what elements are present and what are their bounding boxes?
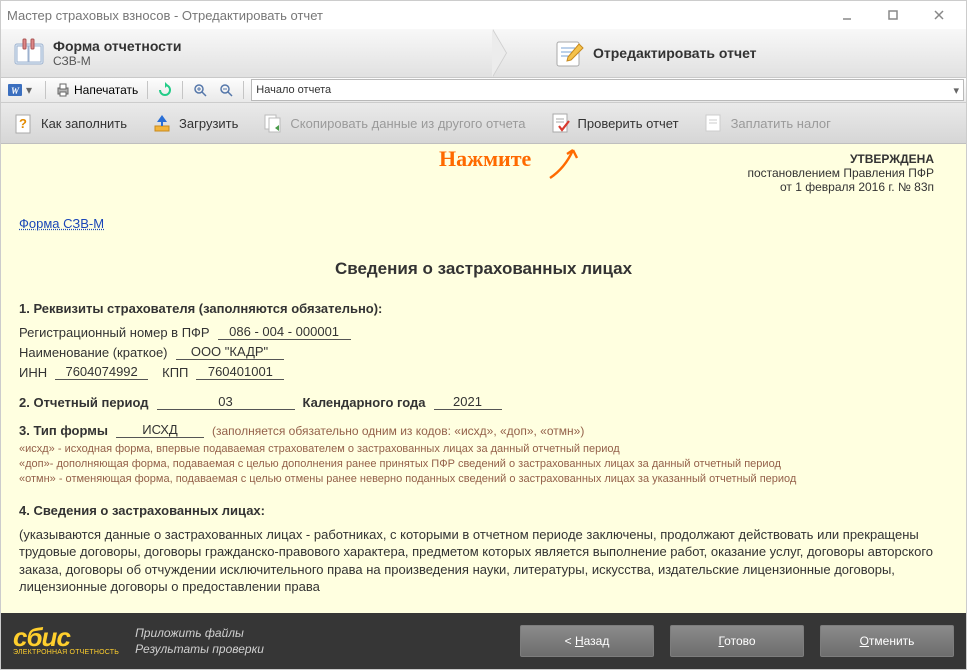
action-toolbar: ? Как заполнить Загрузить Скопировать да…	[1, 103, 966, 144]
help-icon: ?	[13, 112, 35, 134]
minimize-icon	[841, 9, 853, 21]
toolbar-separator	[243, 81, 244, 99]
zoom-out-icon	[218, 82, 234, 98]
chevron-right-icon	[493, 29, 543, 77]
annotation-callout: Нажмите	[439, 146, 531, 172]
check-report-label: Проверить отчет	[578, 116, 679, 131]
kpp-label: КПП	[162, 365, 188, 380]
word-icon: W	[7, 82, 23, 98]
kpp-field[interactable]: 760401001	[196, 364, 284, 380]
cancel-button[interactable]: Отменить	[820, 625, 954, 657]
check-results-link[interactable]: Результаты проверки	[135, 642, 264, 656]
pay-tax-label: Заплатить налог	[731, 116, 831, 131]
short-name-label: Наименование (краткое)	[19, 345, 168, 360]
copy-from-label: Скопировать данные из другого отчета	[290, 116, 525, 131]
wizard-step-form-title: Форма отчетности	[53, 38, 181, 54]
close-button[interactable]	[918, 3, 960, 27]
format-toolbar: W ▾ Напечатать	[1, 78, 966, 103]
titlebar: Мастер страховых взносов - Отредактирова…	[1, 1, 966, 29]
word-export-button[interactable]: W ▾	[3, 80, 40, 100]
window-title: Мастер страховых взносов - Отредактирова…	[7, 8, 826, 23]
window-controls	[826, 3, 960, 27]
inn-label: ИНН	[19, 365, 47, 380]
toolbar-separator	[182, 81, 183, 99]
section2-heading: 2. Отчетный период	[19, 395, 149, 410]
back-button[interactable]: < Назад	[520, 625, 654, 657]
wizard-step-edit[interactable]: Отредактировать отчет	[543, 29, 966, 77]
logo-subtitle: ЭЛЕКТРОННАЯ ОТЧЕТНОСТЬ	[13, 649, 119, 656]
section1-heading: 1. Реквизиты страхователя (заполняются о…	[19, 301, 948, 316]
print-button[interactable]: Напечатать	[51, 80, 142, 100]
chevron-down-icon: ▾	[953, 84, 959, 97]
period-month-field[interactable]: 03	[157, 394, 295, 410]
edit-document-icon	[549, 36, 587, 70]
zoom-out-button[interactable]	[214, 80, 238, 100]
zoom-in-button[interactable]	[188, 80, 212, 100]
wizard-step-form[interactable]: Форма отчетности СЗВ-М	[1, 29, 493, 77]
form-type-hint: (заполняется обязательно одним из кодов:…	[212, 424, 584, 438]
dropdown-caret-icon: ▾	[26, 83, 36, 97]
wizard-steps: Форма отчетности СЗВ-М Отредактировать о…	[1, 29, 966, 78]
approved-line1: УТВЕРЖДЕНА	[747, 152, 934, 166]
document-title: Сведения о застрахованных лицах	[19, 259, 948, 279]
how-to-fill-label: Как заполнить	[41, 116, 127, 131]
attach-files-link[interactable]: Приложить файлы	[135, 626, 264, 640]
form-type-note3: «отмн» - отменяющая форма, подаваемая с …	[19, 472, 948, 487]
form-type-note2: «доп»- дополняющая форма, подаваемая с ц…	[19, 457, 948, 472]
approved-block: УТВЕРЖДЕНА постановлением Правления ПФР …	[747, 152, 934, 194]
copy-from-button[interactable]: Скопировать данные из другого отчета	[250, 103, 537, 143]
load-label: Загрузить	[179, 116, 238, 131]
zoom-in-icon	[192, 82, 208, 98]
section-selector-value: Начало отчета	[256, 84, 331, 96]
reg-number-label: Регистрационный номер в ПФР	[19, 325, 210, 340]
maximize-button[interactable]	[872, 3, 914, 27]
year-label: Календарного года	[303, 395, 426, 410]
refresh-button[interactable]	[153, 80, 177, 100]
form-name-link[interactable]: Форма СЗВ-М	[19, 216, 104, 231]
svg-text:W: W	[11, 86, 20, 96]
footer-links: Приложить файлы Результаты проверки	[135, 626, 264, 656]
app-window: Мастер страховых взносов - Отредактирова…	[0, 0, 967, 670]
wizard-step-edit-title: Отредактировать отчет	[593, 45, 757, 61]
section-selector[interactable]: Начало отчета ▾	[251, 79, 964, 101]
toolbar-separator	[45, 81, 46, 99]
printer-icon	[55, 82, 71, 98]
section3-heading: 3. Тип формы	[19, 423, 108, 438]
logo-text: сбис	[13, 626, 70, 649]
logo: сбис ЭЛЕКТРОННАЯ ОТЧЕТНОСТЬ	[13, 626, 119, 656]
inn-field[interactable]: 7604074992	[55, 364, 148, 380]
minimize-button[interactable]	[826, 3, 868, 27]
form-type-note1: «исхд» - исходная форма, впервые подавае…	[19, 442, 948, 457]
reg-number-field[interactable]: 086 - 004 - 000001	[218, 324, 351, 340]
refresh-icon	[157, 82, 173, 98]
notebook-icon	[9, 36, 47, 70]
section4-heading: 4. Сведения о застрахованных лицах:	[19, 503, 948, 518]
check-report-button[interactable]: Проверить отчет	[538, 103, 691, 143]
close-icon	[933, 9, 945, 21]
finish-button[interactable]: Готово	[670, 625, 804, 657]
period-year-field[interactable]: 2021	[434, 394, 502, 410]
short-name-field[interactable]: ООО "КАДР"	[176, 344, 284, 360]
section4-paragraph: (указываются данные о застрахованных лиц…	[19, 526, 948, 596]
upload-icon	[151, 112, 173, 134]
toolbar-separator	[147, 81, 148, 99]
check-icon	[550, 112, 572, 134]
form-type-field[interactable]: ИСХД	[116, 422, 204, 438]
wizard-footer: сбис ЭЛЕКТРОННАЯ ОТЧЕТНОСТЬ Приложить фа…	[1, 613, 966, 669]
pay-tax-button[interactable]: Заплатить налог	[691, 103, 843, 143]
approved-line3: от 1 февраля 2016 г. № 83п	[747, 180, 934, 194]
svg-text:?: ?	[19, 116, 27, 131]
document-view[interactable]: Нажмите УТВЕРЖДЕНА постановлением Правле…	[1, 144, 966, 613]
pay-icon	[703, 112, 725, 134]
wizard-step-form-subtitle: СЗВ-М	[53, 54, 181, 68]
load-button[interactable]: Загрузить	[139, 103, 250, 143]
copy-icon	[262, 112, 284, 134]
how-to-fill-button[interactable]: ? Как заполнить	[1, 103, 139, 143]
approved-line2: постановлением Правления ПФР	[747, 166, 934, 180]
annotation-arrow-icon	[545, 144, 585, 184]
print-label: Напечатать	[74, 83, 138, 97]
maximize-icon	[887, 9, 899, 21]
annotation-text: Нажмите	[439, 146, 531, 171]
